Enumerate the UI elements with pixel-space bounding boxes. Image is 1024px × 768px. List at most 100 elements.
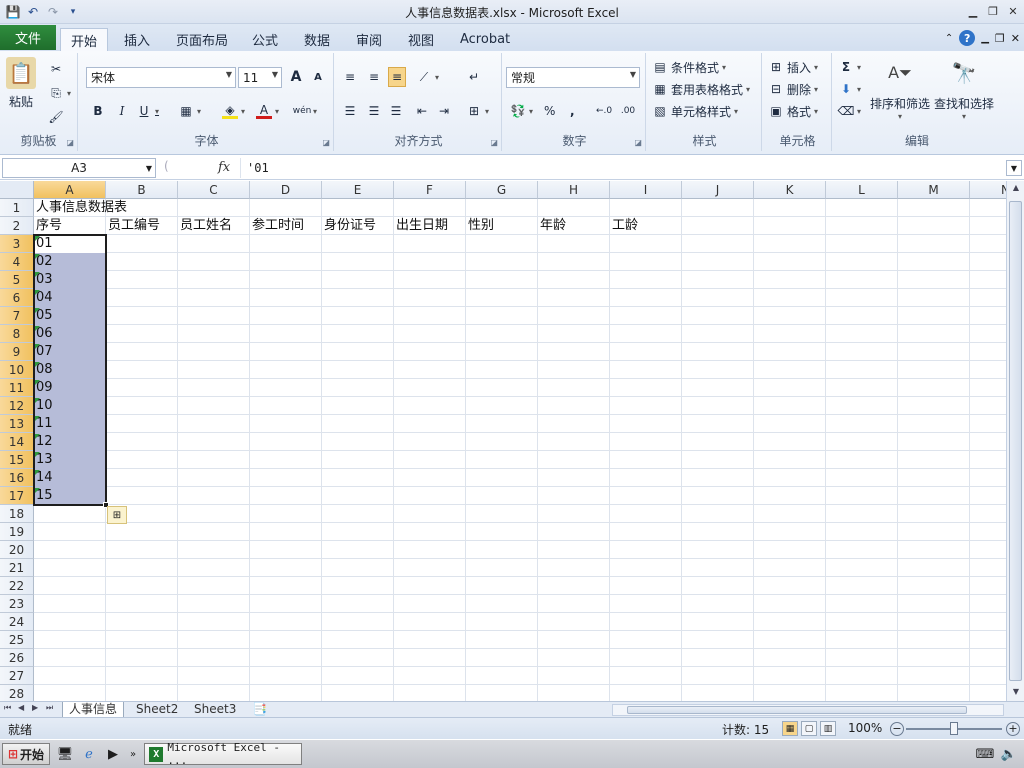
borders-button[interactable]: ▦ ▾	[178, 101, 201, 121]
column-header[interactable]: A	[34, 181, 106, 199]
format-as-table-button[interactable]: ▦ 套用表格格式 ▾	[652, 79, 750, 99]
zoom-level[interactable]: 100%	[848, 721, 882, 735]
column-header[interactable]: D	[250, 181, 322, 199]
column-header[interactable]: I	[610, 181, 682, 199]
media-player-icon[interactable]: ▶	[104, 745, 122, 763]
format-cells-button[interactable]: ▣ 格式 ▾	[768, 101, 818, 121]
italic-button[interactable]: I	[114, 101, 130, 121]
name-box[interactable]: A3 ▼	[2, 158, 156, 178]
column-header[interactable]: G	[466, 181, 538, 199]
last-sheet-icon[interactable]: ⏭	[46, 703, 53, 713]
wrap-text-button[interactable]: ↵	[466, 67, 482, 87]
dialog-launcher-icon[interactable]: ◪	[490, 138, 498, 147]
minimize-icon[interactable]: ▁	[964, 2, 982, 20]
column-header[interactable]: B	[106, 181, 178, 199]
doc-close-icon[interactable]: ✕	[1011, 32, 1020, 45]
font-color-button[interactable]: A ▾	[256, 101, 279, 121]
row-header[interactable]: 4	[0, 253, 34, 271]
fill-button[interactable]: ⬇ ▾	[838, 79, 861, 99]
sheet-tab-renshi[interactable]: 人事信息	[62, 702, 125, 718]
close-icon[interactable]: ✕	[1004, 2, 1022, 20]
row-header[interactable]: 9	[0, 343, 34, 361]
font-size-select[interactable]: 11 ▼	[238, 67, 282, 88]
header-cell[interactable]: 身份证号	[322, 217, 376, 235]
header-cell[interactable]: 参工时间	[250, 217, 304, 235]
increase-decimal-button[interactable]: ←.0	[596, 101, 612, 121]
vertical-scrollbar[interactable]: ▲ ▼	[1006, 181, 1024, 701]
format-painter-button[interactable]: 🖌	[48, 107, 64, 127]
zoom-in-icon[interactable]: +	[1006, 722, 1020, 736]
restore-icon[interactable]: ❐	[984, 2, 1002, 20]
find-select-button[interactable]: 🔭 查找和选择 ▾	[934, 57, 994, 121]
dialog-launcher-icon[interactable]: ◪	[634, 138, 642, 147]
row-header[interactable]: 10	[0, 361, 34, 379]
decrease-decimal-button[interactable]: .00	[620, 101, 636, 121]
horizontal-scrollbar[interactable]	[612, 704, 1004, 716]
worksheet-grid[interactable]: ABCDEFGHIJKLMN 1 2 3 4 5 6 7 8 9 10 11 12 13 14 15 16 17…	[0, 181, 1006, 701]
scroll-up-icon[interactable]: ▲	[1010, 183, 1022, 195]
column-header[interactable]: N	[970, 181, 1006, 199]
zoom-knob[interactable]	[950, 722, 958, 735]
row-header[interactable]: 20	[0, 541, 34, 559]
tab-review[interactable]: 审阅	[346, 28, 392, 51]
fill-color-button[interactable]: ◈ ▾	[222, 101, 245, 121]
header-cell[interactable]: 工龄	[610, 217, 638, 235]
row-header[interactable]: 13	[0, 415, 34, 433]
shrink-font-button[interactable]: A	[310, 67, 326, 87]
header-cell[interactable]: 出生日期	[394, 217, 448, 235]
row-header[interactable]: 15	[0, 451, 34, 469]
expand-formula-bar-icon[interactable]: ▼	[1006, 160, 1022, 176]
row-header[interactable]: 11	[0, 379, 34, 397]
row-header[interactable]: 21	[0, 559, 34, 577]
tab-view[interactable]: 视图	[398, 28, 444, 51]
tab-file[interactable]: 文件	[0, 25, 56, 50]
merge-center-button[interactable]: ⊞ ▾	[466, 101, 489, 121]
align-top-button[interactable]: ≡	[342, 67, 358, 87]
column-header[interactable]: E	[322, 181, 394, 199]
row-header[interactable]: 23	[0, 595, 34, 613]
align-right-button[interactable]: ☰	[388, 101, 404, 121]
grow-font-button[interactable]: A	[288, 67, 304, 87]
tab-insert[interactable]: 插入	[114, 28, 160, 51]
insert-sheet-button[interactable]: 📑	[246, 702, 273, 718]
row-header[interactable]: 5	[0, 271, 34, 289]
more-quicklaunch-icon[interactable]: »	[124, 745, 142, 763]
header-cell[interactable]: 年龄	[538, 217, 566, 235]
volume-icon[interactable]: 🔈	[1000, 745, 1018, 763]
copy-button[interactable]: ⎘ ▾	[48, 83, 71, 103]
column-header[interactable]: J	[682, 181, 754, 199]
underline-button[interactable]: U ▾	[136, 101, 159, 121]
help-icon[interactable]: ?	[959, 30, 976, 46]
align-center-button[interactable]: ☰	[366, 101, 382, 121]
insert-function-icon[interactable]: fx	[218, 160, 230, 175]
column-header[interactable]: L	[826, 181, 898, 199]
align-middle-button[interactable]: ≡	[366, 67, 382, 87]
dialog-launcher-icon[interactable]: ◪	[66, 138, 74, 147]
cut-button[interactable]: ✂	[48, 59, 64, 79]
row-header[interactable]: 2	[0, 217, 34, 235]
header-cell[interactable]: 性别	[466, 217, 494, 235]
keyboard-icon[interactable]: ⌨	[976, 745, 995, 763]
row-header[interactable]: 3	[0, 235, 34, 253]
column-header[interactable]: F	[394, 181, 466, 199]
delete-cells-button[interactable]: ⊟ 删除 ▾	[768, 79, 818, 99]
align-left-button[interactable]: ☰	[342, 101, 358, 121]
customize-qat-icon[interactable]: ▾	[64, 3, 82, 21]
scroll-down-icon[interactable]: ▼	[1010, 687, 1022, 699]
row-header[interactable]: 7	[0, 307, 34, 325]
horizontal-scroll-thumb[interactable]	[627, 706, 967, 714]
zoom-slider[interactable]: − +	[890, 722, 1020, 736]
cell-area[interactable]	[34, 199, 1006, 701]
save-icon[interactable]: 💾	[4, 3, 22, 21]
row-header[interactable]: 22	[0, 577, 34, 595]
sort-filter-button[interactable]: A⏷ 排序和筛选 ▾	[870, 57, 930, 121]
formula-input[interactable]: '01	[240, 158, 1008, 178]
row-header[interactable]: 14	[0, 433, 34, 451]
vertical-scroll-thumb[interactable]	[1009, 201, 1022, 681]
bold-button[interactable]: B	[90, 101, 106, 121]
dialog-launcher-icon[interactable]: ◪	[322, 138, 330, 147]
tab-data[interactable]: 数据	[294, 28, 340, 51]
sheet-tab-sheet2[interactable]: Sheet2	[130, 702, 184, 718]
header-cell[interactable]: 员工姓名	[178, 217, 232, 235]
doc-minimize-icon[interactable]: ▁	[981, 33, 989, 44]
